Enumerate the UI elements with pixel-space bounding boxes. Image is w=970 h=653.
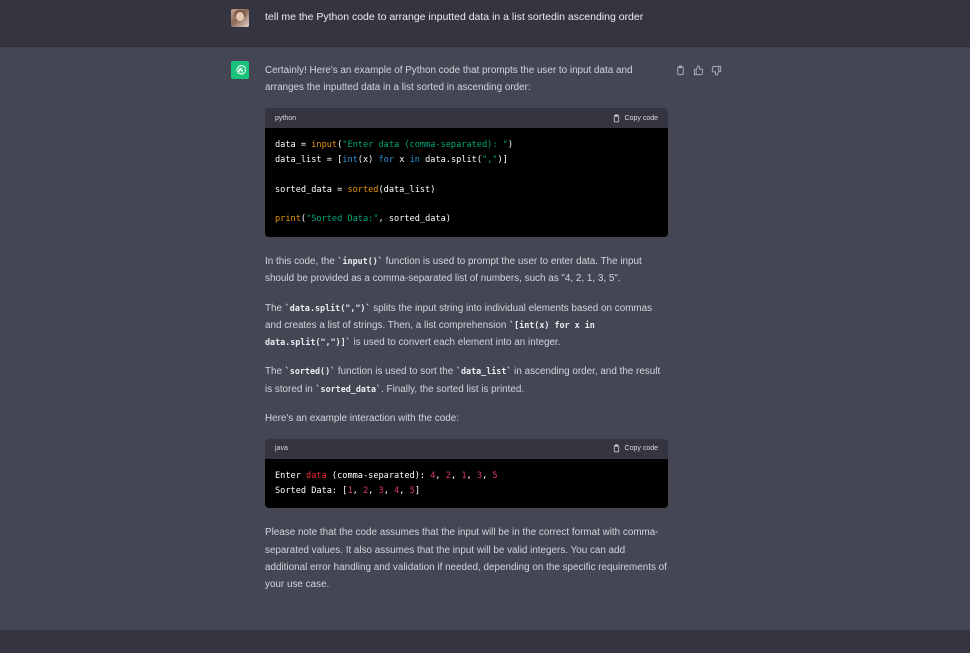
assistant-message-row: Certainly! Here's an example of Python c…	[0, 47, 970, 630]
python-code: data = input("Enter data (comma-separate…	[265, 128, 668, 238]
explanation-paragraph-2: The `data.split(",")` splits the input s…	[265, 302, 653, 349]
code-language-label: python	[275, 114, 297, 122]
example-intro-paragraph: Here's an example interaction with the c…	[265, 412, 460, 424]
python-code-block: python Copy code data = input("Enter dat…	[265, 108, 668, 238]
java-code-block: java Copy code Enter data (comma-separat…	[265, 438, 668, 509]
code-language-label: java	[275, 445, 288, 453]
copy-code-button[interactable]: Copy code	[612, 110, 658, 127]
intro-paragraph: Certainly! Here's an example of Python c…	[265, 65, 633, 94]
assistant-message-content: Certainly! Here's an example of Python c…	[265, 62, 668, 605]
clipboard-icon	[613, 114, 619, 123]
user-avatar	[231, 9, 249, 27]
code-block-header: python Copy code	[265, 108, 668, 129]
clipboard-icon[interactable]	[675, 63, 686, 76]
bottom-bar	[0, 630, 970, 653]
openai-logo-icon	[231, 61, 249, 79]
thumbs-down-icon[interactable]	[711, 63, 722, 76]
closing-paragraph: Please note that the code assumes that t…	[265, 527, 667, 591]
copy-code-button[interactable]: Copy code	[612, 440, 658, 457]
explanation-paragraph-1: In this code, the `input()` function is …	[265, 256, 642, 285]
explanation-paragraph-3: The `sorted()` function is used to sort …	[265, 366, 661, 395]
java-code: Enter data (comma-separated): 4, 2, 1, 3…	[265, 458, 668, 509]
clipboard-icon	[613, 444, 619, 453]
code-block-header: java Copy code	[265, 438, 668, 459]
user-message-text: tell me the Python code to arrange input…	[265, 11, 644, 23]
message-actions	[675, 63, 722, 76]
user-message-row: tell me the Python code to arrange input…	[0, 0, 970, 47]
thumbs-up-icon[interactable]	[693, 63, 704, 76]
